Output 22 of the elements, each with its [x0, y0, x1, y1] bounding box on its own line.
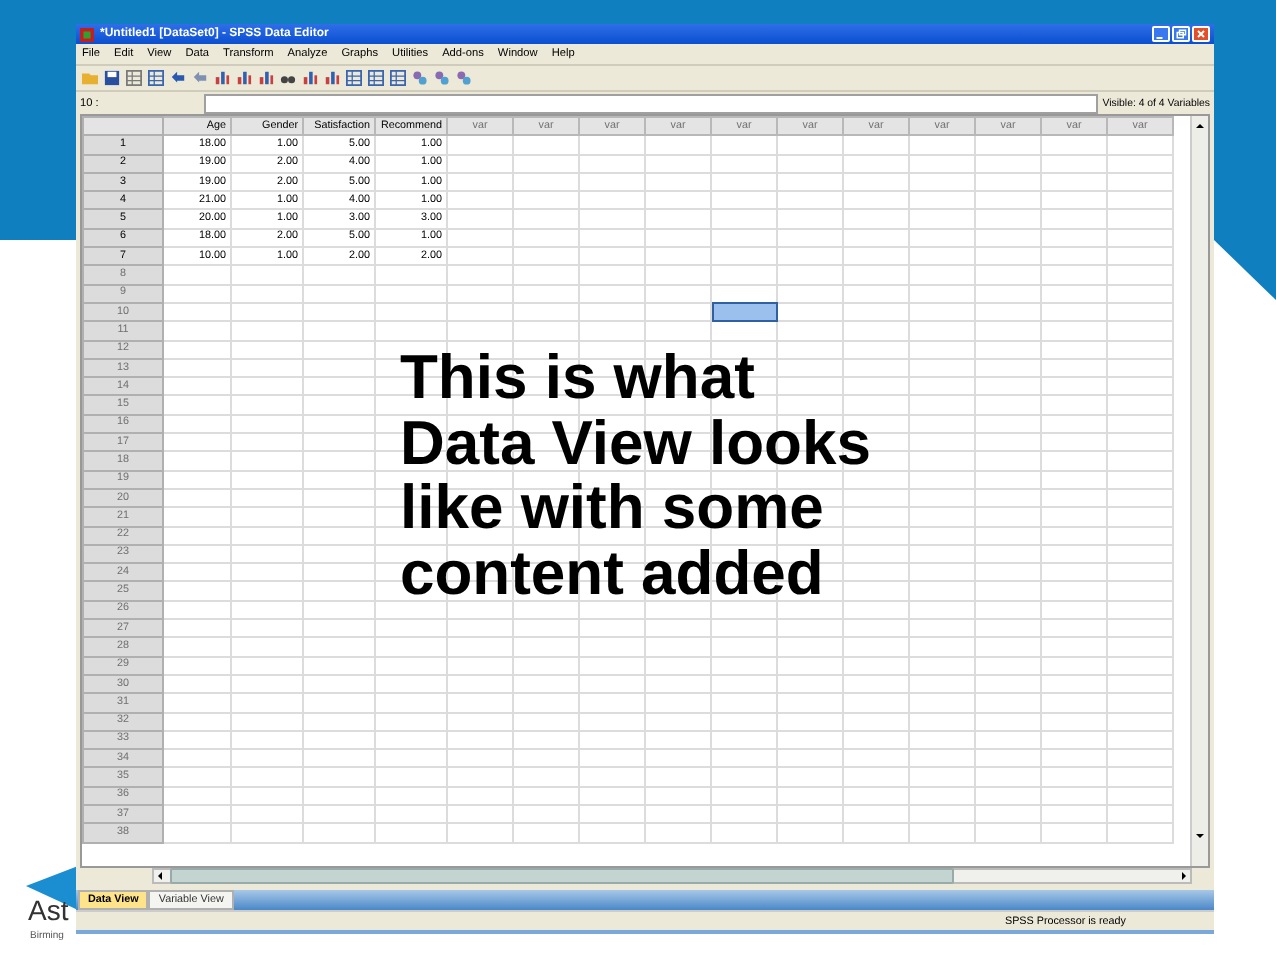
undo-icon[interactable] — [170, 70, 186, 86]
grid-icon[interactable] — [368, 70, 384, 86]
grid-icon[interactable] — [346, 70, 362, 86]
vertical-scrollbar[interactable] — [1190, 116, 1208, 866]
minimize-button[interactable] — [1152, 26, 1170, 42]
app-icon — [80, 27, 94, 41]
redo-icon[interactable] — [192, 70, 208, 86]
scroll-up-icon[interactable] — [1194, 120, 1206, 132]
grid-icon[interactable] — [390, 70, 406, 86]
grid-icon[interactable] — [148, 70, 164, 86]
cell-editor-field[interactable] — [204, 93, 1099, 113]
scroll-down-icon[interactable] — [1194, 830, 1206, 842]
close-icon — [1194, 28, 1208, 40]
binoculars-icon[interactable] — [280, 70, 296, 86]
restore-icon — [1174, 28, 1188, 40]
close-button[interactable] — [1192, 26, 1210, 42]
slide-caption: This is what Data View looks like with some content added — [400, 346, 871, 606]
logo-text: Ast — [28, 894, 69, 926]
restore-button[interactable] — [1172, 26, 1190, 42]
horizontal-scrollbar[interactable] — [152, 868, 1192, 884]
scrollbar-thumb[interactable] — [170, 868, 954, 884]
selected-cell[interactable] — [711, 302, 777, 322]
